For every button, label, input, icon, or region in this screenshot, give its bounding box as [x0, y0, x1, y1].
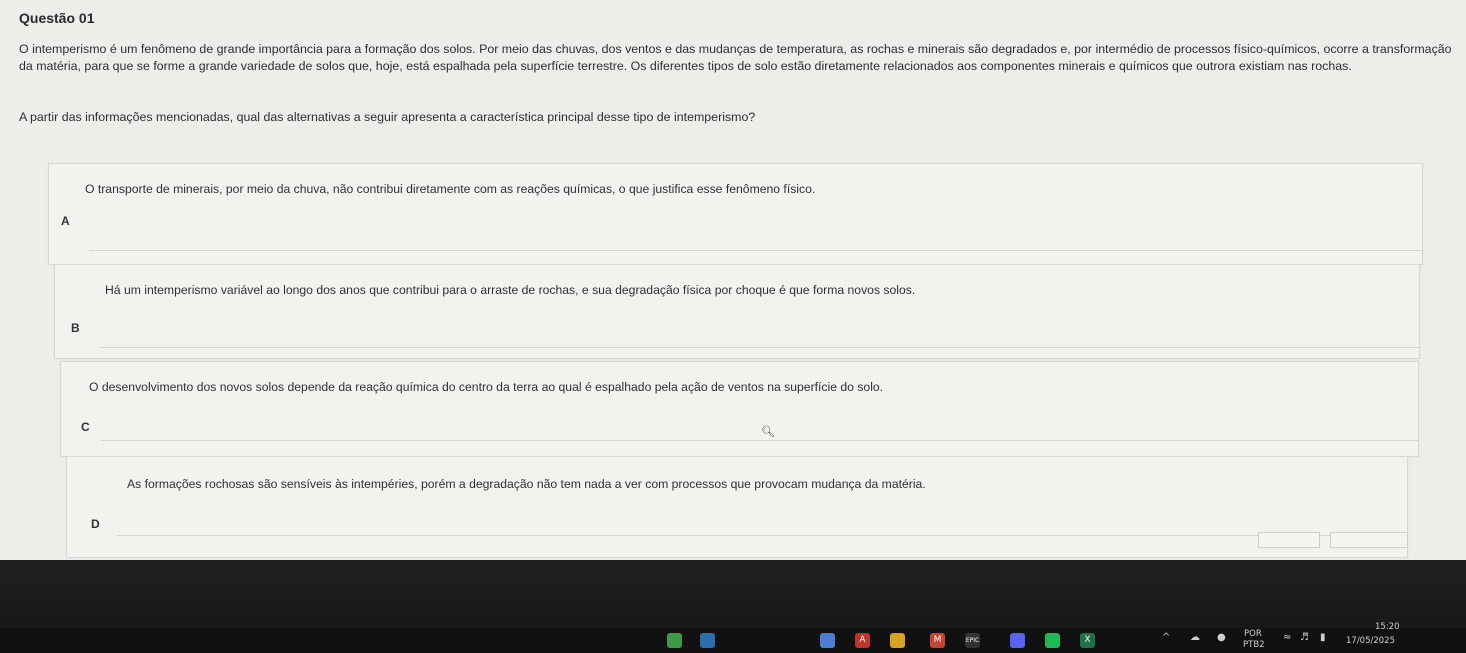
- epic-games-icon[interactable]: EPIC: [965, 633, 980, 648]
- maps-icon[interactable]: [820, 633, 835, 648]
- app-icon[interactable]: [700, 633, 715, 648]
- tray-language[interactable]: POR: [1244, 629, 1262, 639]
- option-a-text: O transporte de minerais, por meio da ch…: [85, 182, 816, 196]
- option-divider: [89, 250, 1422, 251]
- tray-clock-date[interactable]: 17/05/2025: [1346, 636, 1395, 646]
- option-b-text: Há um intemperismo variável ao longo dos…: [105, 283, 916, 297]
- tray-clock-time[interactable]: 15:20: [1375, 622, 1400, 632]
- option-c-letter: C: [81, 420, 90, 434]
- exam-screen: Questão 01 O intemperismo é um fenômeno …: [0, 0, 1466, 560]
- zoom-cursor-icon: 🔍︎: [761, 426, 775, 438]
- option-a[interactable]: O transporte de minerais, por meio da ch…: [48, 163, 1423, 265]
- chrome-icon[interactable]: [667, 633, 682, 648]
- option-c-text: O desenvolvimento dos novos solos depend…: [89, 380, 884, 394]
- tray-cloud-icon[interactable]: ☁: [1190, 632, 1200, 643]
- question-prompt: A partir das informações mencionadas, qu…: [19, 110, 756, 124]
- option-divider: [101, 440, 1418, 441]
- option-b[interactable]: Há um intemperismo variável ao longo dos…: [54, 264, 1420, 359]
- option-b-letter: B: [71, 321, 80, 335]
- option-d[interactable]: As formações rochosas são sensíveis às i…: [66, 456, 1408, 558]
- option-divider: [117, 535, 1407, 536]
- excel-icon[interactable]: X: [1080, 633, 1095, 648]
- question-statement: O intemperismo é um fenômeno de grande i…: [19, 42, 1452, 73]
- spotify-icon[interactable]: [1045, 633, 1060, 648]
- option-c[interactable]: O desenvolvimento dos novos solos depend…: [60, 361, 1419, 457]
- notes-icon[interactable]: [890, 633, 905, 648]
- gmail-icon[interactable]: M: [930, 633, 945, 648]
- tray-volume-icon[interactable]: ♬: [1300, 632, 1309, 643]
- option-divider: [99, 347, 1419, 348]
- option-d-letter: D: [91, 517, 100, 531]
- tray-keyboard-layout[interactable]: PTB2: [1243, 640, 1265, 650]
- acrobat-icon[interactable]: A: [855, 633, 870, 648]
- question-title: Questão 01: [19, 10, 95, 26]
- nav-button-next[interactable]: [1330, 532, 1408, 548]
- tray-chevron-up-icon[interactable]: ^: [1162, 632, 1170, 643]
- nav-button-previous[interactable]: [1258, 532, 1320, 548]
- option-a-letter: A: [61, 214, 70, 228]
- discord-icon[interactable]: [1010, 633, 1025, 648]
- tray-wifi-icon[interactable]: ≈: [1283, 632, 1291, 643]
- tray-battery-icon[interactable]: ▮: [1320, 632, 1326, 643]
- tray-microphone-icon[interactable]: ●: [1217, 632, 1226, 643]
- option-d-text: As formações rochosas são sensíveis às i…: [127, 477, 926, 491]
